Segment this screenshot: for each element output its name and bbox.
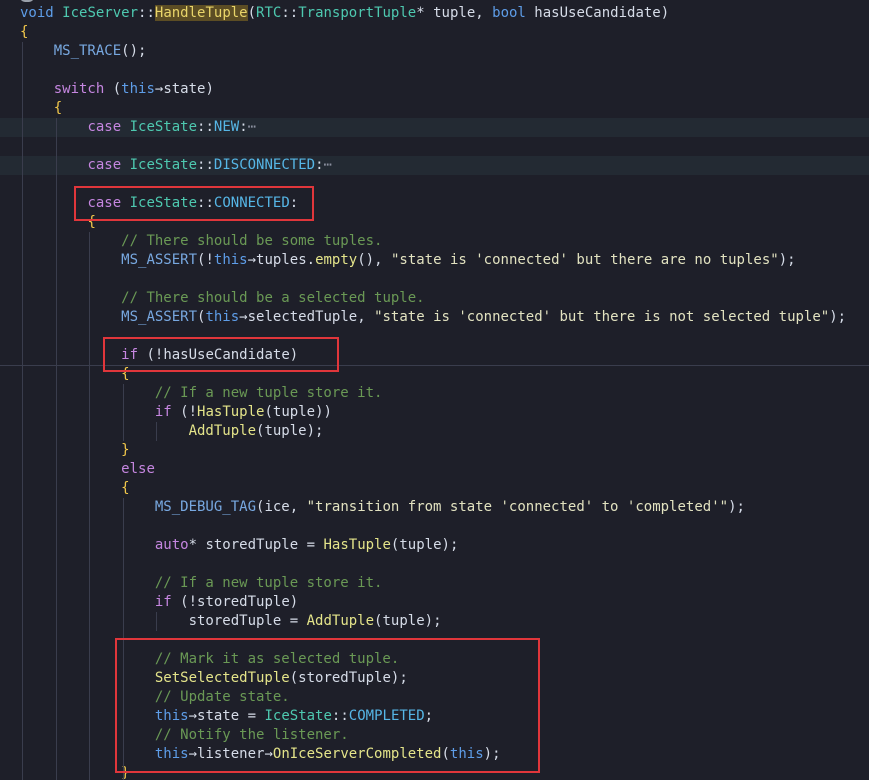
code-line-text: { <box>20 24 29 40</box>
code-line-text: // If a new tuple store it. <box>154 575 383 591</box>
code-line[interactable]: AddTuple(tuple); <box>0 422 869 441</box>
code-line-text: // There should be some tuples. <box>121 233 383 249</box>
code-line[interactable]: else <box>0 460 869 479</box>
code-line-text: MS_TRACE(); <box>53 43 147 59</box>
code-line-text: auto* storedTuple = HasTuple(tuple); <box>154 537 459 553</box>
code-editor[interactable]: void IceServer::HandleTuple(RTC::Transpo… <box>0 0 869 780</box>
code-line[interactable]: auto* storedTuple = HasTuple(tuple); <box>0 536 869 555</box>
code-line-text: else <box>121 461 155 477</box>
code-line[interactable]: // There should be some tuples. <box>0 232 869 251</box>
code-line-text: MS_ASSERT(!this→tuples.empty(), "state i… <box>121 252 796 268</box>
indent-guide <box>89 232 91 780</box>
indent-guide <box>55 118 57 780</box>
code-line[interactable]: MS_ASSERT(this→selectedTuple, "state is … <box>0 308 869 327</box>
code-line[interactable]: } <box>0 441 869 460</box>
code-line[interactable]: { <box>0 479 869 498</box>
code-line-text: if (!storedTuple) <box>154 594 299 610</box>
indent-guide <box>156 422 158 441</box>
code-line[interactable]: switch (this→state) <box>0 80 869 99</box>
code-line[interactable]: // There should be a selected tuple. <box>0 289 869 308</box>
peek-indicator-icon <box>20 0 34 2</box>
code-line[interactable]: MS_ASSERT(!this→tuples.empty(), "state i… <box>0 251 869 270</box>
code-line[interactable]: void IceServer::HandleTuple(RTC::Transpo… <box>0 4 869 23</box>
code-line-text: switch (this→state) <box>53 81 214 97</box>
code-line-text: MS_DEBUG_TAG(ice, "transition from state… <box>154 499 745 515</box>
code-line-text: storedTuple = AddTuple(tuple); <box>188 613 442 629</box>
code-line[interactable]: MS_TRACE(); <box>0 42 869 61</box>
code-line-text: void IceServer::HandleTuple(RTC::Transpo… <box>20 5 670 21</box>
code-line-text: { <box>121 480 130 496</box>
code-line-text: AddTuple(tuple); <box>188 423 324 439</box>
highlight-box-case-connected <box>74 186 314 221</box>
code-line[interactable]: MS_DEBUG_TAG(ice, "transition from state… <box>0 498 869 517</box>
code-line[interactable]: if (!storedTuple) <box>0 593 869 612</box>
code-line[interactable]: // If a new tuple store it. <box>0 384 869 403</box>
code-line[interactable]: { <box>0 99 869 118</box>
code-line-text: { <box>53 100 63 116</box>
code-line[interactable] <box>0 555 869 574</box>
code-line[interactable] <box>0 517 869 536</box>
code-line[interactable] <box>0 137 869 156</box>
indent-guide <box>22 42 23 780</box>
code-line-text: // If a new tuple store it. <box>154 385 383 401</box>
code-line[interactable] <box>0 61 869 80</box>
indent-guide <box>122 384 124 441</box>
folded-code-line[interactable]: case IceState::DISCONNECTED:⋯ <box>0 156 869 175</box>
code-line[interactable]: storedTuple = AddTuple(tuple); <box>0 612 869 631</box>
code-line-text: } <box>121 765 130 780</box>
code-line[interactable]: // If a new tuple store it. <box>0 574 869 593</box>
code-line-text: if (!HasTuple(tuple)) <box>154 404 332 420</box>
code-line-text: case IceState::DISCONNECTED:⋯ <box>87 157 332 173</box>
highlight-box-completed-block <box>115 638 540 773</box>
code-line[interactable]: { <box>0 23 869 42</box>
code-line-text: } <box>121 442 130 458</box>
code-line-text: MS_ASSERT(this→selectedTuple, "state is … <box>121 309 847 325</box>
folded-code-line[interactable]: case IceState::NEW:⋯ <box>0 118 869 137</box>
indent-guide <box>156 612 158 631</box>
code-line-text: // There should be a selected tuple. <box>121 290 425 306</box>
highlight-box-if-condition <box>103 337 339 372</box>
code-line[interactable]: if (!HasTuple(tuple)) <box>0 403 869 422</box>
code-line[interactable] <box>0 270 869 289</box>
